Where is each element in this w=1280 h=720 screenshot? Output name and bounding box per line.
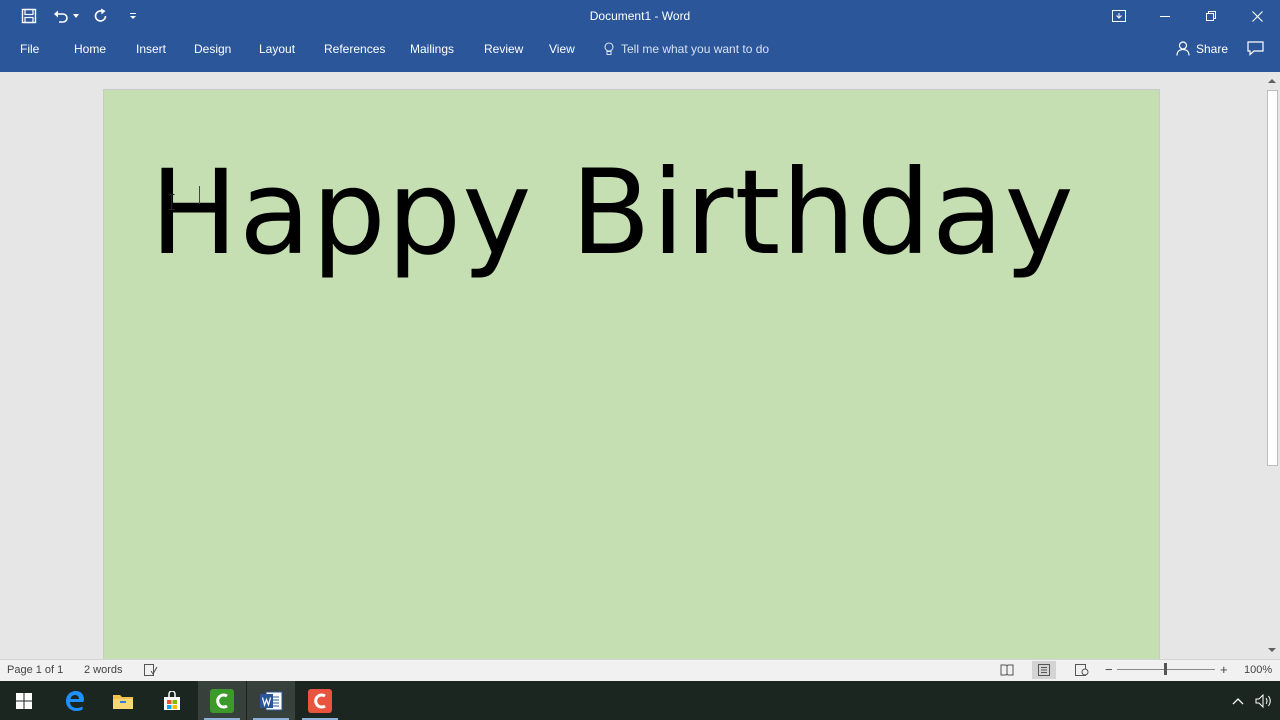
zoom-in-button[interactable]: + — [1220, 660, 1228, 680]
minimize-button[interactable] — [1142, 0, 1188, 32]
speaker-icon — [1255, 693, 1271, 708]
taskbar-store[interactable] — [148, 681, 196, 720]
taskbar-edge[interactable] — [51, 681, 99, 720]
print-layout-icon — [1038, 664, 1050, 676]
comments-button[interactable] — [1247, 41, 1264, 61]
minimize-icon — [1160, 16, 1170, 17]
ribbon-tabs: File Home Insert Design Layout Reference… — [0, 32, 1280, 72]
taskbar-file-explorer[interactable] — [99, 681, 147, 720]
restore-button[interactable] — [1188, 0, 1234, 32]
tab-insert[interactable]: Insert — [136, 32, 166, 72]
edge-icon — [66, 690, 84, 711]
windows-logo-icon — [16, 692, 32, 709]
windows-taskbar — [0, 681, 1280, 720]
tab-layout[interactable]: Layout — [259, 32, 295, 72]
taskbar-camtasia-green[interactable] — [198, 681, 246, 720]
read-mode-icon[interactable] — [1000, 664, 1014, 676]
ibeam-cursor-icon — [168, 194, 175, 210]
comment-icon — [1247, 41, 1264, 56]
web-layout-icon[interactable] — [1075, 664, 1089, 676]
title-bar: Document1 - Word — [0, 0, 1280, 32]
tab-review[interactable]: Review — [484, 32, 523, 72]
status-bar: Page 1 of 1 2 words − + 100% — [0, 659, 1280, 681]
store-icon — [164, 690, 180, 710]
window-controls — [1096, 0, 1280, 32]
tab-design[interactable]: Design — [194, 32, 231, 72]
word-icon — [260, 691, 283, 710]
document-body-text[interactable]: Happy Birthday — [150, 154, 1075, 271]
show-hidden-icons-button[interactable] — [1225, 681, 1251, 720]
scroll-down-icon[interactable] — [1264, 643, 1280, 657]
zoom-level[interactable]: 100% — [1244, 660, 1272, 680]
chevron-up-icon — [1232, 697, 1244, 704]
vertical-scrollbar[interactable] — [1264, 72, 1280, 659]
camtasia-recorder-icon — [308, 688, 332, 713]
ribbon-display-options-button[interactable] — [1096, 0, 1142, 32]
scroll-up-icon[interactable] — [1264, 74, 1280, 88]
lightbulb-icon — [604, 42, 614, 55]
scroll-thumb[interactable] — [1267, 90, 1278, 466]
taskbar-camtasia-recorder[interactable] — [296, 681, 344, 720]
restore-icon — [1206, 11, 1216, 21]
ribbon-display-icon — [1112, 10, 1126, 22]
close-icon — [1251, 10, 1263, 22]
start-button[interactable] — [0, 681, 48, 720]
document-canvas: Happy Birthday — [0, 72, 1264, 659]
person-icon — [1176, 41, 1190, 56]
tell-me-search[interactable]: Tell me what you want to do — [603, 32, 769, 72]
word-count[interactable]: 2 words — [84, 660, 123, 680]
share-button[interactable]: Share — [1176, 32, 1228, 72]
zoom-out-button[interactable]: − — [1105, 660, 1113, 680]
folder-icon — [113, 694, 133, 709]
volume-button[interactable] — [1251, 681, 1277, 720]
taskbar-word[interactable] — [247, 681, 295, 720]
tell-me-label: Tell me what you want to do — [621, 42, 770, 56]
tab-file[interactable]: File — [20, 32, 39, 72]
close-button[interactable] — [1234, 0, 1280, 32]
tab-references[interactable]: References — [324, 32, 385, 72]
proofing-icon[interactable] — [144, 664, 158, 676]
text-cursor — [199, 186, 200, 204]
tab-home[interactable]: Home — [74, 32, 106, 72]
document-page[interactable]: Happy Birthday — [103, 89, 1160, 659]
tab-mailings[interactable]: Mailings — [410, 32, 454, 72]
camtasia-green-icon — [210, 688, 234, 713]
share-label: Share — [1196, 42, 1229, 56]
tab-view[interactable]: View — [549, 32, 575, 72]
page-count[interactable]: Page 1 of 1 — [7, 660, 63, 680]
zoom-slider-thumb[interactable] — [1164, 663, 1167, 675]
window-title: Document1 - Word — [589, 9, 691, 23]
